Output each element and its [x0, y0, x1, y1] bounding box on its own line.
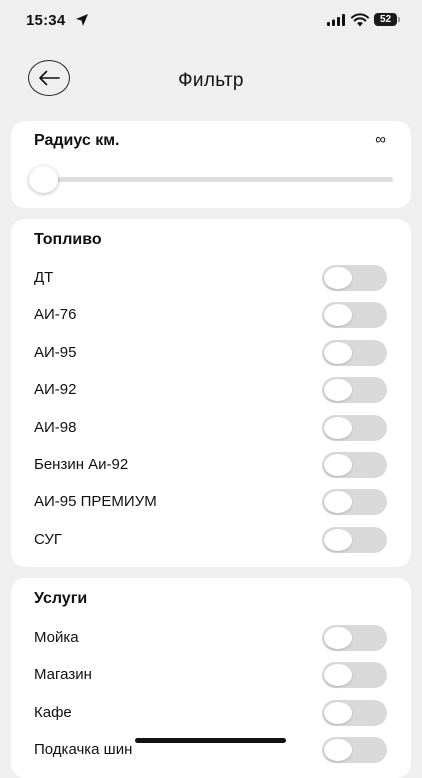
home-indicator — [135, 738, 286, 743]
status-time: 15:34 — [26, 12, 66, 29]
battery-level: 52 — [374, 13, 397, 26]
fuel-option-row: СУГ — [11, 521, 411, 558]
fuel-option-label: АИ-76 — [34, 306, 77, 324]
fuel-option-row: АИ-76 — [11, 296, 411, 333]
services-option-toggle[interactable] — [322, 662, 387, 689]
fuel-option-row: АИ-98 — [11, 409, 411, 446]
toggle-knob — [324, 379, 352, 402]
cellular-signal-icon — [327, 14, 345, 26]
fuel-option-label: ДТ — [34, 269, 54, 286]
services-option-label: Мойка — [34, 629, 79, 646]
toggle-knob — [324, 341, 352, 364]
toggle-knob — [324, 454, 352, 476]
toggle-knob — [324, 267, 352, 289]
fuel-option-toggle[interactable] — [322, 414, 387, 441]
fuel-title: Топливо — [34, 231, 102, 248]
services-title: Услуги — [34, 590, 88, 607]
status-bar: 15:34 52 — [0, 0, 422, 44]
fuel-option-label: АИ-95 — [34, 343, 77, 361]
services-option-toggle[interactable] — [322, 699, 387, 726]
fuel-option-row: ДТ — [11, 259, 411, 296]
fuel-option-toggle[interactable] — [322, 526, 387, 553]
radius-value: ∞ — [375, 131, 386, 148]
fuel-option-toggle[interactable] — [322, 377, 387, 404]
fuel-option-label: АИ-98 — [34, 418, 77, 436]
wifi-icon — [351, 13, 369, 27]
fuel-option-label: СУГ — [34, 530, 62, 548]
services-option-row: Кафе — [11, 694, 411, 731]
toggle-knob — [324, 528, 352, 551]
fuel-option-toggle[interactable] — [322, 452, 387, 478]
services-option-row: Магазин — [11, 656, 411, 693]
services-option-label: Магазин — [34, 666, 92, 684]
radius-slider-thumb[interactable] — [29, 166, 58, 193]
radius-slider-track[interactable] — [38, 177, 393, 182]
toggle-knob — [324, 701, 352, 724]
fuel-option-toggle[interactable] — [322, 489, 387, 516]
fuel-option-label: Бензин Аи-92 — [34, 456, 129, 473]
fuel-option-row: Бензин Аи-92 — [11, 446, 411, 483]
services-option-toggle[interactable] — [322, 737, 387, 764]
services-option-row: Мойка — [11, 619, 411, 656]
fuel-option-label: АИ-92 — [34, 381, 77, 399]
toggle-knob — [324, 739, 352, 762]
toggle-knob — [324, 304, 352, 327]
toggle-knob — [324, 664, 352, 687]
page-title: Фильтр — [178, 70, 244, 91]
fuel-option-toggle[interactable] — [322, 302, 387, 329]
toggle-knob — [324, 627, 352, 649]
fuel-option-row: АИ-95 ПРЕМИУМ — [11, 483, 411, 520]
radius-title: Радиус км. — [34, 132, 120, 149]
services-option-label: Кафе — [34, 703, 72, 721]
fuel-option-label: АИ-95 ПРЕМИУМ — [34, 493, 157, 511]
toggle-knob — [324, 491, 352, 514]
location-arrow-icon — [76, 14, 88, 26]
fuel-option-row: АИ-92 — [11, 371, 411, 408]
fuel-option-row: АИ-95 — [11, 334, 411, 371]
battery-icon: 52 — [374, 12, 402, 28]
services-option-toggle[interactable] — [322, 625, 387, 651]
fuel-option-toggle[interactable] — [322, 265, 387, 291]
toggle-knob — [324, 416, 352, 439]
fuel-option-toggle[interactable] — [322, 339, 387, 366]
